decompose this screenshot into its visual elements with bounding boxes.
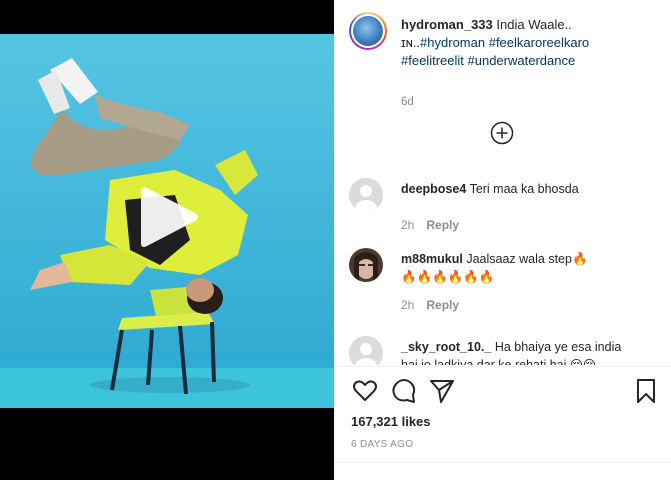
default-avatar-icon (349, 336, 383, 365)
user-photo-avatar (349, 248, 383, 282)
comment-text: deepbose4 Teri maa ka bhosda (401, 180, 663, 198)
paper-plane-icon (430, 380, 454, 403)
commenter-username[interactable]: m88mukul (401, 252, 463, 266)
comment-bubble-icon (392, 379, 416, 403)
comment-item: deepbose4 Teri maa ka bhosda 2h Reply (349, 178, 664, 248)
commenter-username[interactable]: _sky_root_10._ (401, 340, 491, 354)
post-details-panel: hydroman_333 India Waale.. ɪɴ..#hydroman… (334, 0, 671, 480)
commenter-avatar[interactable] (349, 248, 383, 282)
bookmark-icon (637, 379, 655, 403)
caption-body: India Waale.. (496, 17, 572, 32)
hashtag-link[interactable]: #underwaterdance (468, 53, 576, 68)
comment-meta: 2h Reply (401, 298, 459, 312)
comment-age: 2h (401, 298, 415, 312)
comment-item: _sky_root_10._ Ha bhaiya ye esa india ha… (349, 336, 664, 365)
comment-item: m88mukul Jaalsaaz wala step🔥🔥🔥🔥🔥🔥🔥 2h Rep… (349, 248, 664, 328)
commenter-avatar[interactable] (349, 178, 383, 212)
caption-age: 6d (401, 96, 414, 108)
comment-text: m88mukul Jaalsaaz wala step🔥🔥🔥🔥🔥🔥🔥 (401, 250, 591, 286)
comment-meta: 2h Reply (401, 218, 459, 232)
caption-text: hydroman_333 India Waale.. ɪɴ..#hydroman… (401, 16, 641, 70)
share-button[interactable] (429, 378, 455, 404)
posted-time: 6 DAYS AGO (351, 439, 414, 450)
actions-divider (335, 366, 671, 367)
reel-video[interactable] (0, 0, 334, 480)
comments-list[interactable]: deepbose4 Teri maa ka bhosda 2h Reply m88… (335, 170, 671, 365)
reply-button[interactable]: Reply (426, 298, 459, 312)
author-avatar[interactable] (349, 12, 387, 50)
like-button[interactable] (352, 378, 378, 404)
comment-age: 2h (401, 218, 415, 232)
hashtag-link[interactable]: #feelkaroreelkaro (489, 35, 589, 50)
load-more-comments-button[interactable] (490, 121, 514, 145)
likes-count[interactable]: 167,321 likes (351, 414, 431, 429)
commenter-username[interactable]: deepbose4 (401, 182, 466, 196)
default-avatar-icon (349, 178, 383, 212)
play-button[interactable] (137, 185, 201, 249)
comment-text: _sky_root_10._ Ha bhaiya ye esa india ha… (401, 338, 633, 365)
comment-box-divider (335, 462, 671, 463)
comment-button[interactable] (391, 378, 417, 404)
plus-circle-icon (490, 121, 514, 145)
caption-prefix: ɪɴ.. (401, 35, 421, 50)
play-icon (141, 187, 198, 247)
heart-icon (353, 380, 377, 401)
hashtag-link[interactable]: #feelitreelit (401, 53, 464, 68)
commenter-avatar[interactable] (349, 336, 383, 365)
hashtag-link[interactable]: #hydroman (420, 35, 485, 50)
author-username[interactable]: hydroman_333 (401, 17, 493, 32)
post-actions-bar (349, 378, 659, 406)
reply-button[interactable]: Reply (426, 218, 459, 232)
save-button[interactable] (633, 378, 659, 404)
comment-body: Teri maa ka bhosda (469, 182, 579, 196)
